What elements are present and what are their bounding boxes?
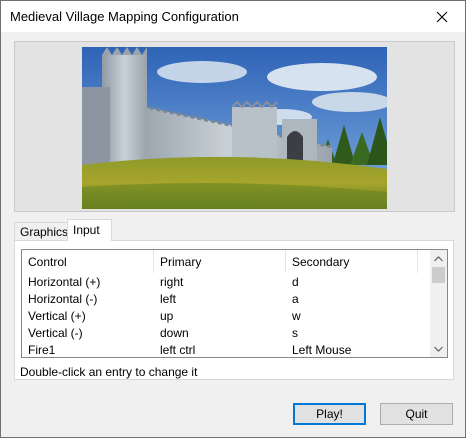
table-row[interactable]: Vertical (-) down s xyxy=(22,325,430,342)
config-dialog: Medieval Village Mapping Configuration G… xyxy=(0,0,466,438)
table-row[interactable]: Horizontal (+) right d xyxy=(22,274,430,291)
window-title: Medieval Village Mapping Configuration xyxy=(10,9,239,24)
cell-control: Vertical (-) xyxy=(28,326,83,340)
cell-secondary: Left Mouse xyxy=(292,343,352,357)
close-icon xyxy=(436,11,448,22)
cell-primary: up xyxy=(160,309,174,323)
tab-input[interactable]: Input xyxy=(67,219,112,241)
cell-control: Fire1 xyxy=(28,343,56,357)
cell-primary: right xyxy=(160,275,184,289)
scroll-up-button[interactable] xyxy=(430,250,447,267)
cell-primary: left ctrl xyxy=(160,343,196,357)
cell-secondary: w xyxy=(292,309,301,323)
banner-frame xyxy=(14,41,455,212)
table-row[interactable]: Horizontal (-) left a xyxy=(22,291,430,308)
cell-primary: left xyxy=(160,292,177,306)
cell-primary: down xyxy=(160,326,189,340)
column-divider[interactable] xyxy=(417,250,418,273)
column-header-control[interactable]: Control xyxy=(22,250,154,273)
play-button[interactable]: Play! xyxy=(293,403,366,425)
tab-input-label: Input xyxy=(73,223,100,237)
scroll-down-button[interactable] xyxy=(430,340,447,357)
input-panel: Control Primary Secondary Horizontal (+)… xyxy=(14,240,454,380)
tab-graphics-label: Graphics xyxy=(20,225,69,239)
chevron-up-icon xyxy=(434,255,443,261)
chevron-down-icon xyxy=(434,346,443,352)
vertical-scrollbar[interactable] xyxy=(430,250,447,357)
banner-image xyxy=(82,47,387,209)
table-row[interactable]: Vertical (+) up w xyxy=(22,308,430,325)
column-header-secondary[interactable]: Secondary xyxy=(286,250,418,273)
cell-secondary: d xyxy=(292,275,299,289)
input-mapping-list[interactable]: Control Primary Secondary Horizontal (+)… xyxy=(21,249,448,358)
hint-text: Double-click an entry to change it xyxy=(20,365,198,379)
title-bar: Medieval Village Mapping Configuration xyxy=(1,1,465,32)
tab-graphics[interactable]: Graphics xyxy=(14,222,70,241)
close-button[interactable] xyxy=(419,1,465,32)
cell-secondary: s xyxy=(292,326,298,340)
cell-secondary: a xyxy=(292,292,299,306)
quit-button[interactable]: Quit xyxy=(380,403,453,425)
list-header: Control Primary Secondary xyxy=(22,250,430,273)
scroll-thumb[interactable] xyxy=(432,267,445,283)
cell-control: Horizontal (+) xyxy=(28,275,101,289)
table-row[interactable]: Fire1 left ctrl Left Mouse xyxy=(22,342,430,357)
column-header-primary[interactable]: Primary xyxy=(154,250,285,273)
cell-control: Horizontal (-) xyxy=(28,292,98,306)
cell-control: Vertical (+) xyxy=(28,309,86,323)
